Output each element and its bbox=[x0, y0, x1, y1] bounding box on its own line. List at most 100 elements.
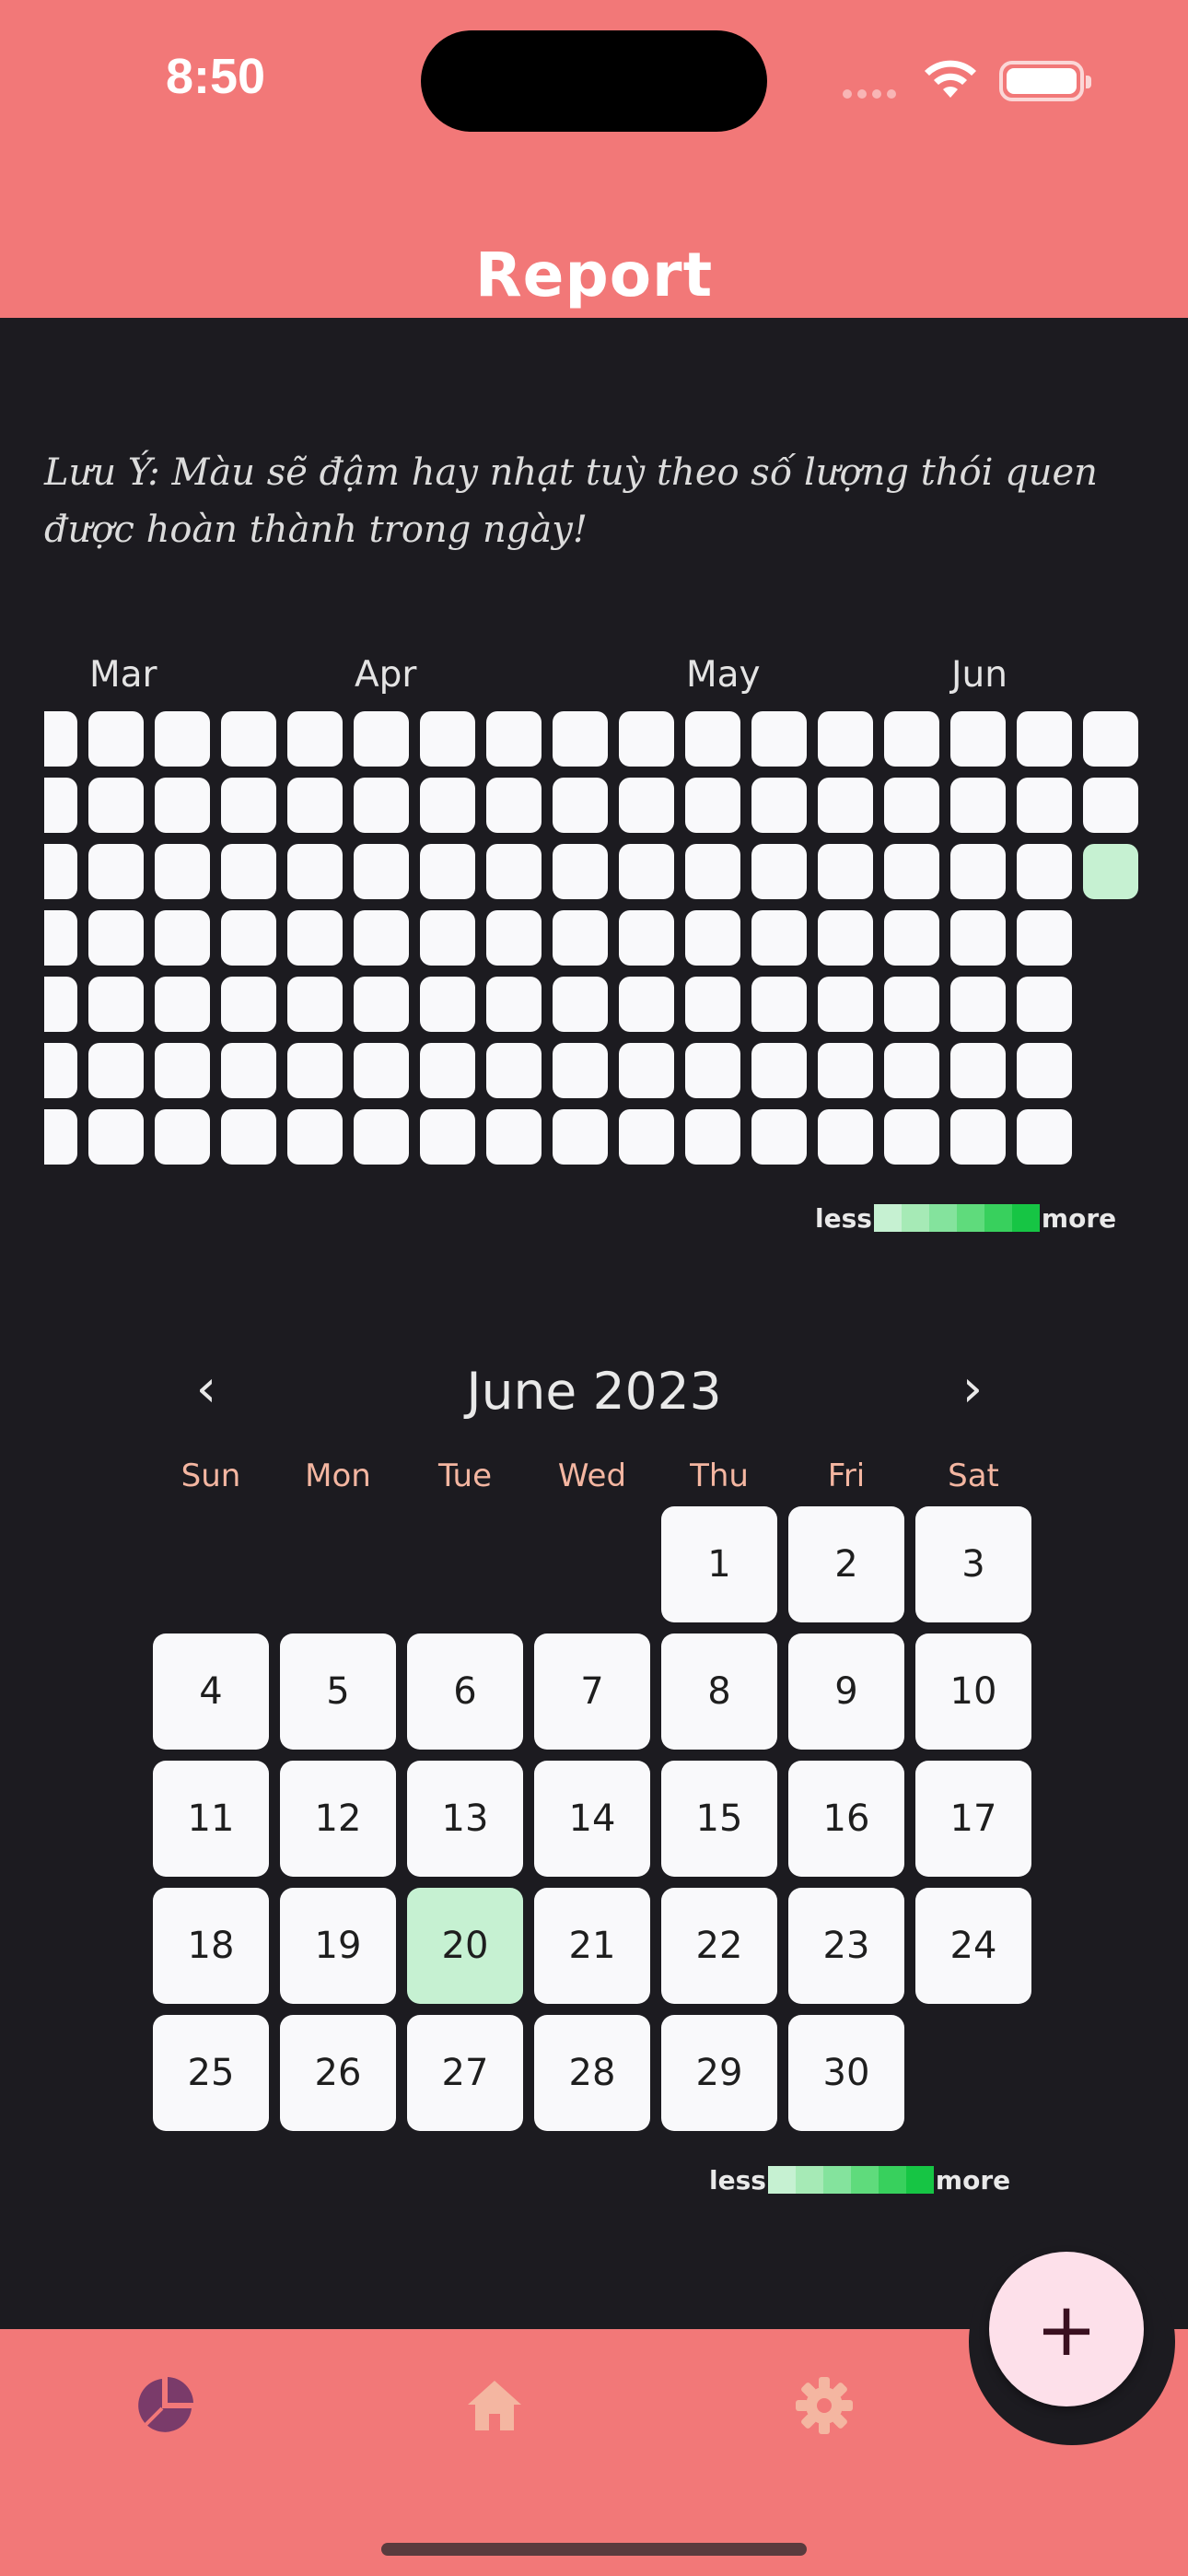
calendar-day[interactable]: 6 bbox=[407, 1633, 523, 1750]
calendar-day[interactable]: 28 bbox=[534, 2015, 650, 2131]
calendar-day[interactable]: 25 bbox=[153, 2015, 269, 2131]
legend-swatch bbox=[767, 2166, 796, 2194]
heatmap-cell bbox=[884, 778, 939, 833]
calendar-day[interactable]: 8 bbox=[661, 1633, 777, 1750]
heatmap-cell bbox=[155, 1043, 210, 1098]
weekday-label: Fri bbox=[827, 1458, 866, 1494]
calendar-day[interactable]: 15 bbox=[661, 1761, 777, 1877]
color-note: Lưu Ý: Màu sẽ đậm hay nhạt tuỳ theo số l… bbox=[44, 451, 1098, 551]
heatmap-cell bbox=[287, 910, 343, 966]
heatmap-cell bbox=[420, 778, 475, 833]
heatmap-cell bbox=[44, 977, 77, 1032]
legend-less-label: less bbox=[815, 1202, 872, 1234]
heatmap-cell bbox=[1017, 844, 1072, 899]
legend-swatch bbox=[850, 2166, 879, 2194]
heatmap-cell bbox=[1017, 711, 1072, 767]
calendar-day[interactable]: 14 bbox=[534, 1761, 650, 1877]
calendar-day[interactable]: 22 bbox=[661, 1888, 777, 2004]
calendar-day[interactable]: 26 bbox=[280, 2015, 396, 2131]
heatmap-cell bbox=[1083, 711, 1138, 767]
calendar-day[interactable]: 13 bbox=[407, 1761, 523, 1877]
heatmap-cell bbox=[155, 1109, 210, 1165]
heatmap-cell bbox=[88, 1109, 144, 1165]
calendar-day[interactable]: 24 bbox=[915, 1888, 1031, 2004]
heatmap-cell bbox=[685, 1043, 740, 1098]
calendar-day[interactable]: 30 bbox=[788, 2015, 904, 2131]
heatmap-cell bbox=[884, 977, 939, 1032]
calendar-day[interactable]: 19 bbox=[280, 1888, 396, 2004]
calendar-day[interactable]: 17 bbox=[915, 1761, 1031, 1877]
heatmap-cell bbox=[1017, 778, 1072, 833]
heatmap-cell bbox=[287, 844, 343, 899]
habit-heatmap: Mar Apr May Jun bbox=[44, 645, 1149, 1271]
calendar-day[interactable]: 7 bbox=[534, 1633, 650, 1750]
calendar-day[interactable]: 3 bbox=[915, 1506, 1031, 1622]
month-label: May bbox=[686, 654, 761, 696]
chart-pie-icon[interactable] bbox=[133, 2373, 197, 2438]
heatmap-cell bbox=[1083, 844, 1138, 899]
heatmap-cell bbox=[486, 1043, 542, 1098]
legend-swatch bbox=[1011, 1204, 1040, 1232]
heatmap-cell bbox=[685, 711, 740, 767]
heatmap-cell bbox=[44, 778, 77, 833]
weekday-label: Tue bbox=[437, 1458, 493, 1494]
calendar-day[interactable]: 18 bbox=[153, 1888, 269, 2004]
calendar-day[interactable]: 23 bbox=[788, 1888, 904, 2004]
heatmap-cell bbox=[155, 844, 210, 899]
heatmap-cell bbox=[221, 1109, 276, 1165]
legend-swatch bbox=[795, 2166, 823, 2194]
calendar-day[interactable]: 2 bbox=[788, 1506, 904, 1622]
legend-swatch bbox=[928, 1204, 957, 1232]
heatmap-cell bbox=[221, 910, 276, 966]
home-indicator bbox=[381, 2543, 807, 2556]
heatmap-cell bbox=[44, 1109, 77, 1165]
calendar-day[interactable]: 27 bbox=[407, 2015, 523, 2131]
calendar-day[interactable]: 12 bbox=[280, 1761, 396, 1877]
heatmap-cell bbox=[619, 1109, 674, 1165]
heatmap-cell bbox=[88, 711, 144, 767]
heatmap-cell bbox=[44, 1043, 77, 1098]
legend-swatch bbox=[905, 2166, 934, 2194]
calendar-day[interactable]: 11 bbox=[153, 1761, 269, 1877]
calendar-day[interactable]: 29 bbox=[661, 2015, 777, 2131]
wifi-icon bbox=[925, 60, 976, 98]
weekday-label: Sun bbox=[181, 1458, 241, 1494]
calendar-day[interactable]: 21 bbox=[534, 1888, 650, 2004]
heatmap-cell bbox=[354, 977, 409, 1032]
calendar-day[interactable]: 20 bbox=[407, 1888, 523, 2004]
heatmap-cell bbox=[685, 778, 740, 833]
heatmap-cell bbox=[553, 844, 608, 899]
heatmap-cell bbox=[420, 1043, 475, 1098]
legend-swatch bbox=[901, 1204, 929, 1232]
heatmap-cell bbox=[420, 977, 475, 1032]
heatmap-cell bbox=[553, 1109, 608, 1165]
calendar-day[interactable]: 5 bbox=[280, 1633, 396, 1750]
heatmap-cell bbox=[950, 778, 1006, 833]
legend-more-label: more bbox=[935, 2164, 1011, 2195]
heatmap-cell bbox=[155, 778, 210, 833]
calendar-day[interactable]: 10 bbox=[915, 1633, 1031, 1750]
heatmap-cell bbox=[818, 1109, 873, 1165]
legend-more-label: more bbox=[1041, 1202, 1117, 1234]
heatmap-cell bbox=[884, 1043, 939, 1098]
heatmap-cell bbox=[221, 778, 276, 833]
calendar-day[interactable]: 1 bbox=[661, 1506, 777, 1622]
heatmap-cell bbox=[221, 977, 276, 1032]
calendar-day[interactable]: 4 bbox=[153, 1633, 269, 1750]
heatmap-cell bbox=[221, 844, 276, 899]
calendar-day[interactable]: 9 bbox=[788, 1633, 904, 1750]
calendar-day[interactable]: 16 bbox=[788, 1761, 904, 1877]
legend-swatch bbox=[873, 1204, 902, 1232]
add-habit-button[interactable]: + bbox=[989, 2252, 1144, 2406]
heatmap-cell bbox=[553, 778, 608, 833]
heatmap-cell bbox=[884, 844, 939, 899]
heatmap-cell bbox=[88, 977, 144, 1032]
heatmap-cell bbox=[1017, 910, 1072, 966]
heatmap-cell bbox=[751, 711, 807, 767]
heatmap-cell bbox=[486, 711, 542, 767]
heatmap-cell bbox=[221, 1043, 276, 1098]
home-icon[interactable] bbox=[462, 2373, 527, 2438]
heatmap-cell bbox=[44, 844, 77, 899]
gear-icon[interactable] bbox=[792, 2373, 856, 2438]
chevron-right-icon[interactable]: › bbox=[940, 1359, 1005, 1423]
